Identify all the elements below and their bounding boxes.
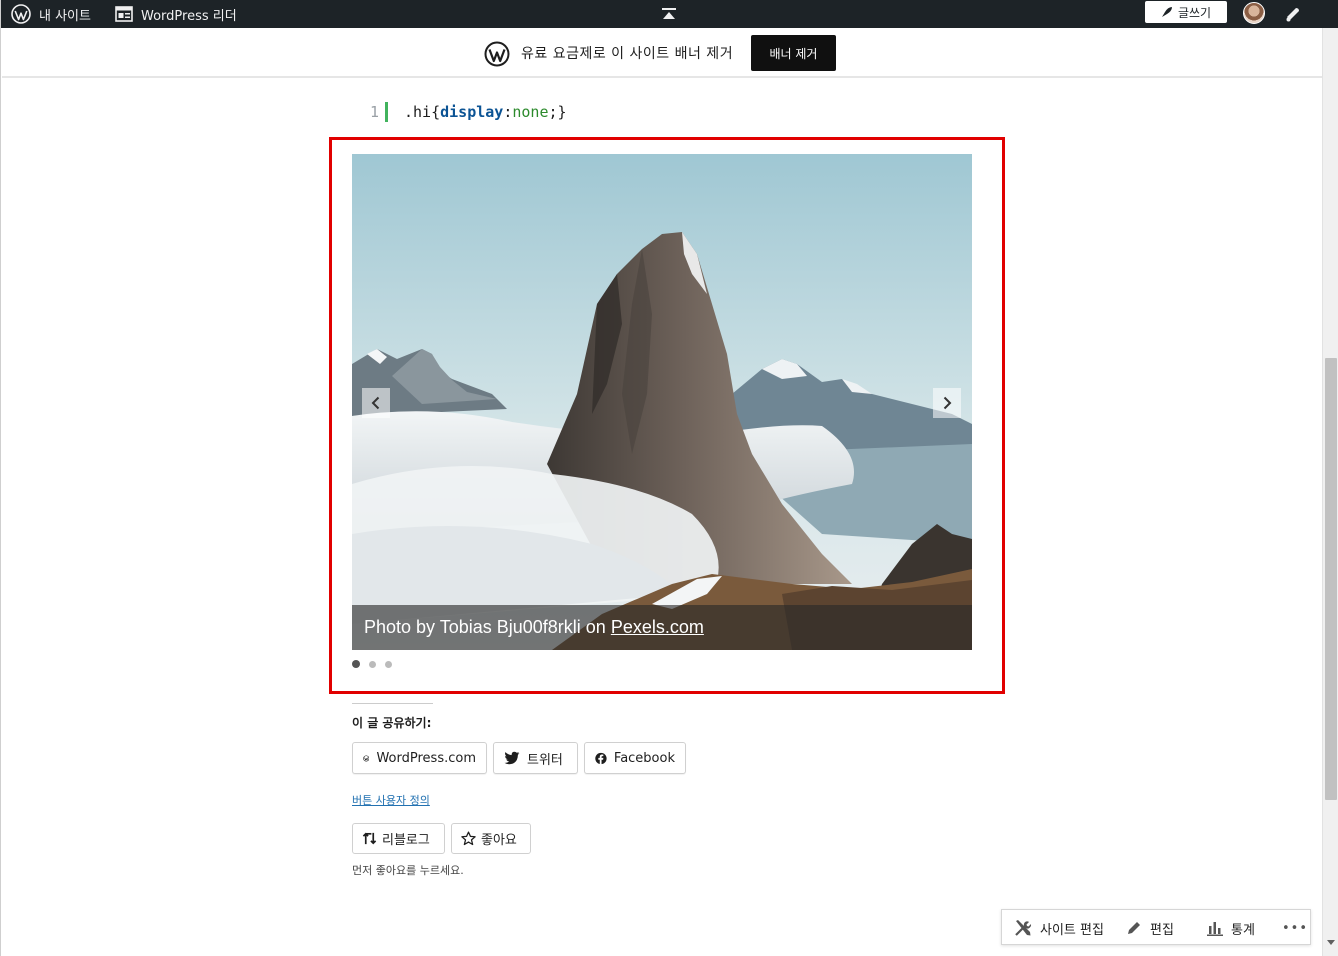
edit-label: 편집 <box>1150 922 1174 938</box>
like-button[interactable]: 좋아요 <box>451 823 531 854</box>
site-edit-label: 사이트 편집 <box>1040 922 1104 938</box>
site-edit-button[interactable]: 사이트 편집 <box>1014 910 1104 946</box>
customize-buttons-link[interactable]: 버튼 사용자 정의 <box>352 792 430 808</box>
reader-label: WordPress 리더 <box>141 8 237 24</box>
reblog-label: 리블로그 <box>382 833 430 848</box>
share-heading: 이 글 공유하기: <box>352 716 432 730</box>
slide-caption: Photo by Tobias Bju00f8rkli on Pexels.co… <box>352 605 972 650</box>
scrollbar-thumb[interactable] <box>1325 358 1337 800</box>
slideshow-next-button[interactable] <box>933 388 961 418</box>
remove-banner-button[interactable]: 배너 제거 <box>751 35 836 71</box>
share-wordpress-label: WordPress.com <box>376 750 476 766</box>
page-scrollbar[interactable] <box>1322 28 1338 956</box>
admin-bar: 내 사이트 WordPress 리더 글쓰기 <box>1 0 1338 28</box>
write-label: 글쓰기 <box>1177 5 1212 20</box>
slide-dot-1[interactable] <box>352 660 360 668</box>
browser-viewport: 내 사이트 WordPress 리더 글쓰기 유료 요금제로 이 사이트 배너 … <box>0 0 1338 956</box>
share-divider <box>352 703 433 704</box>
share-facebook-button[interactable]: Facebook <box>584 742 686 774</box>
slide-dot-3[interactable] <box>385 660 392 668</box>
code-close: ;} <box>548 103 567 121</box>
share-twitter-label: 트위터 <box>527 752 563 768</box>
code-colon: : <box>503 103 513 121</box>
twitter-icon <box>504 751 520 765</box>
more-button[interactable]: ••• <box>1282 910 1308 946</box>
feather-pen-icon <box>1161 7 1172 17</box>
code-selector: .hi <box>404 103 432 121</box>
code-property: display <box>440 103 504 121</box>
notifications-button[interactable] <box>1283 0 1303 28</box>
star-icon <box>461 831 476 846</box>
wordpress-logo-icon <box>484 41 510 67</box>
my-site-menu[interactable]: 내 사이트 <box>11 0 91 28</box>
reader-menu[interactable]: WordPress 리더 <box>115 0 237 28</box>
tools-icon <box>1015 920 1032 936</box>
like-label: 좋아요 <box>481 833 517 848</box>
write-button[interactable]: 글쓰기 <box>1145 1 1227 23</box>
stats-label: 통계 <box>1231 922 1255 938</box>
caption-text: Photo by Tobias Bju00f8rkli on <box>364 617 606 637</box>
bar-chart-icon <box>1207 922 1223 936</box>
edit-button[interactable]: 편집 <box>1126 910 1174 946</box>
collapse-admin-bar-button[interactable] <box>661 0 677 28</box>
banner-text: 유료 요금제로 이 사이트 배너 제거 <box>521 46 734 62</box>
upgrade-banner: 유료 요금제로 이 사이트 배너 제거 배너 제거 <box>2 28 1322 78</box>
share-wordpress-button[interactable]: WordPress.com <box>352 742 487 774</box>
more-icon: ••• <box>1282 920 1309 936</box>
code-open-brace: { <box>431 103 441 121</box>
line-number: 1 <box>369 103 379 121</box>
floating-action-bar: 사이트 편집 편집 통계 ••• <box>1001 909 1311 945</box>
avatar[interactable] <box>1243 2 1265 24</box>
stats-button[interactable]: 통계 <box>1207 910 1255 946</box>
reblog-icon <box>362 832 377 845</box>
share-twitter-button[interactable]: 트위터 <box>493 742 578 774</box>
wordpress-icon <box>11 4 31 24</box>
image-slideshow[interactable]: Photo by Tobias Bju00f8rkli on Pexels.co… <box>352 154 972 650</box>
caption-link[interactable]: Pexels.com <box>611 617 704 638</box>
code-value: none <box>512 103 549 121</box>
slideshow-pagination <box>352 659 401 669</box>
line-gutter-bar <box>385 102 388 122</box>
scroll-down-arrow-icon[interactable] <box>1327 940 1335 946</box>
share-facebook-label: Facebook <box>613 750 675 766</box>
my-site-label: 내 사이트 <box>39 8 91 24</box>
slide-image <box>352 154 972 650</box>
facebook-icon <box>595 752 607 764</box>
chevron-left-icon <box>371 396 380 410</box>
reader-icon <box>115 6 133 22</box>
bell-icon <box>1286 8 1299 22</box>
like-note: 먼저 좋아요를 누르세요. <box>352 864 464 877</box>
slideshow-prev-button[interactable] <box>362 388 390 418</box>
pencil-icon <box>1128 922 1140 934</box>
code-block: 1 .hi{display: none;} <box>361 98 567 126</box>
wordpress-icon <box>363 754 370 762</box>
reblog-button[interactable]: 리블로그 <box>352 823 445 854</box>
collapse-up-icon <box>662 8 676 19</box>
slide-dot-2[interactable] <box>369 660 376 668</box>
chevron-right-icon <box>943 396 952 410</box>
